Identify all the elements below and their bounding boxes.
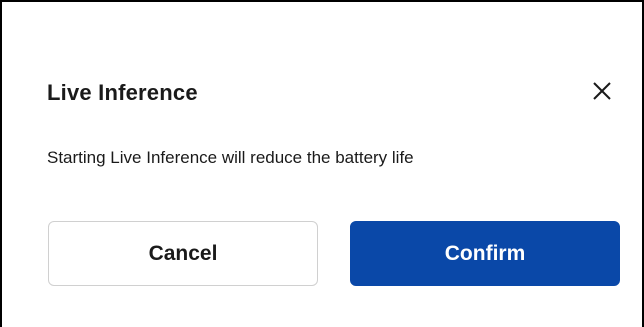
live-inference-dialog: Live Inference Starting Live Inference w… [0,0,644,327]
confirm-button[interactable]: Confirm [350,221,620,286]
close-button[interactable] [588,78,616,106]
cancel-button[interactable]: Cancel [48,221,318,286]
dialog-title: Live Inference [47,80,198,105]
cancel-button-label: Cancel [148,241,218,265]
confirm-button-label: Confirm [444,241,526,265]
close-icon [588,78,616,106]
dialog-message: Starting Live Inference will reduce the … [47,148,414,167]
